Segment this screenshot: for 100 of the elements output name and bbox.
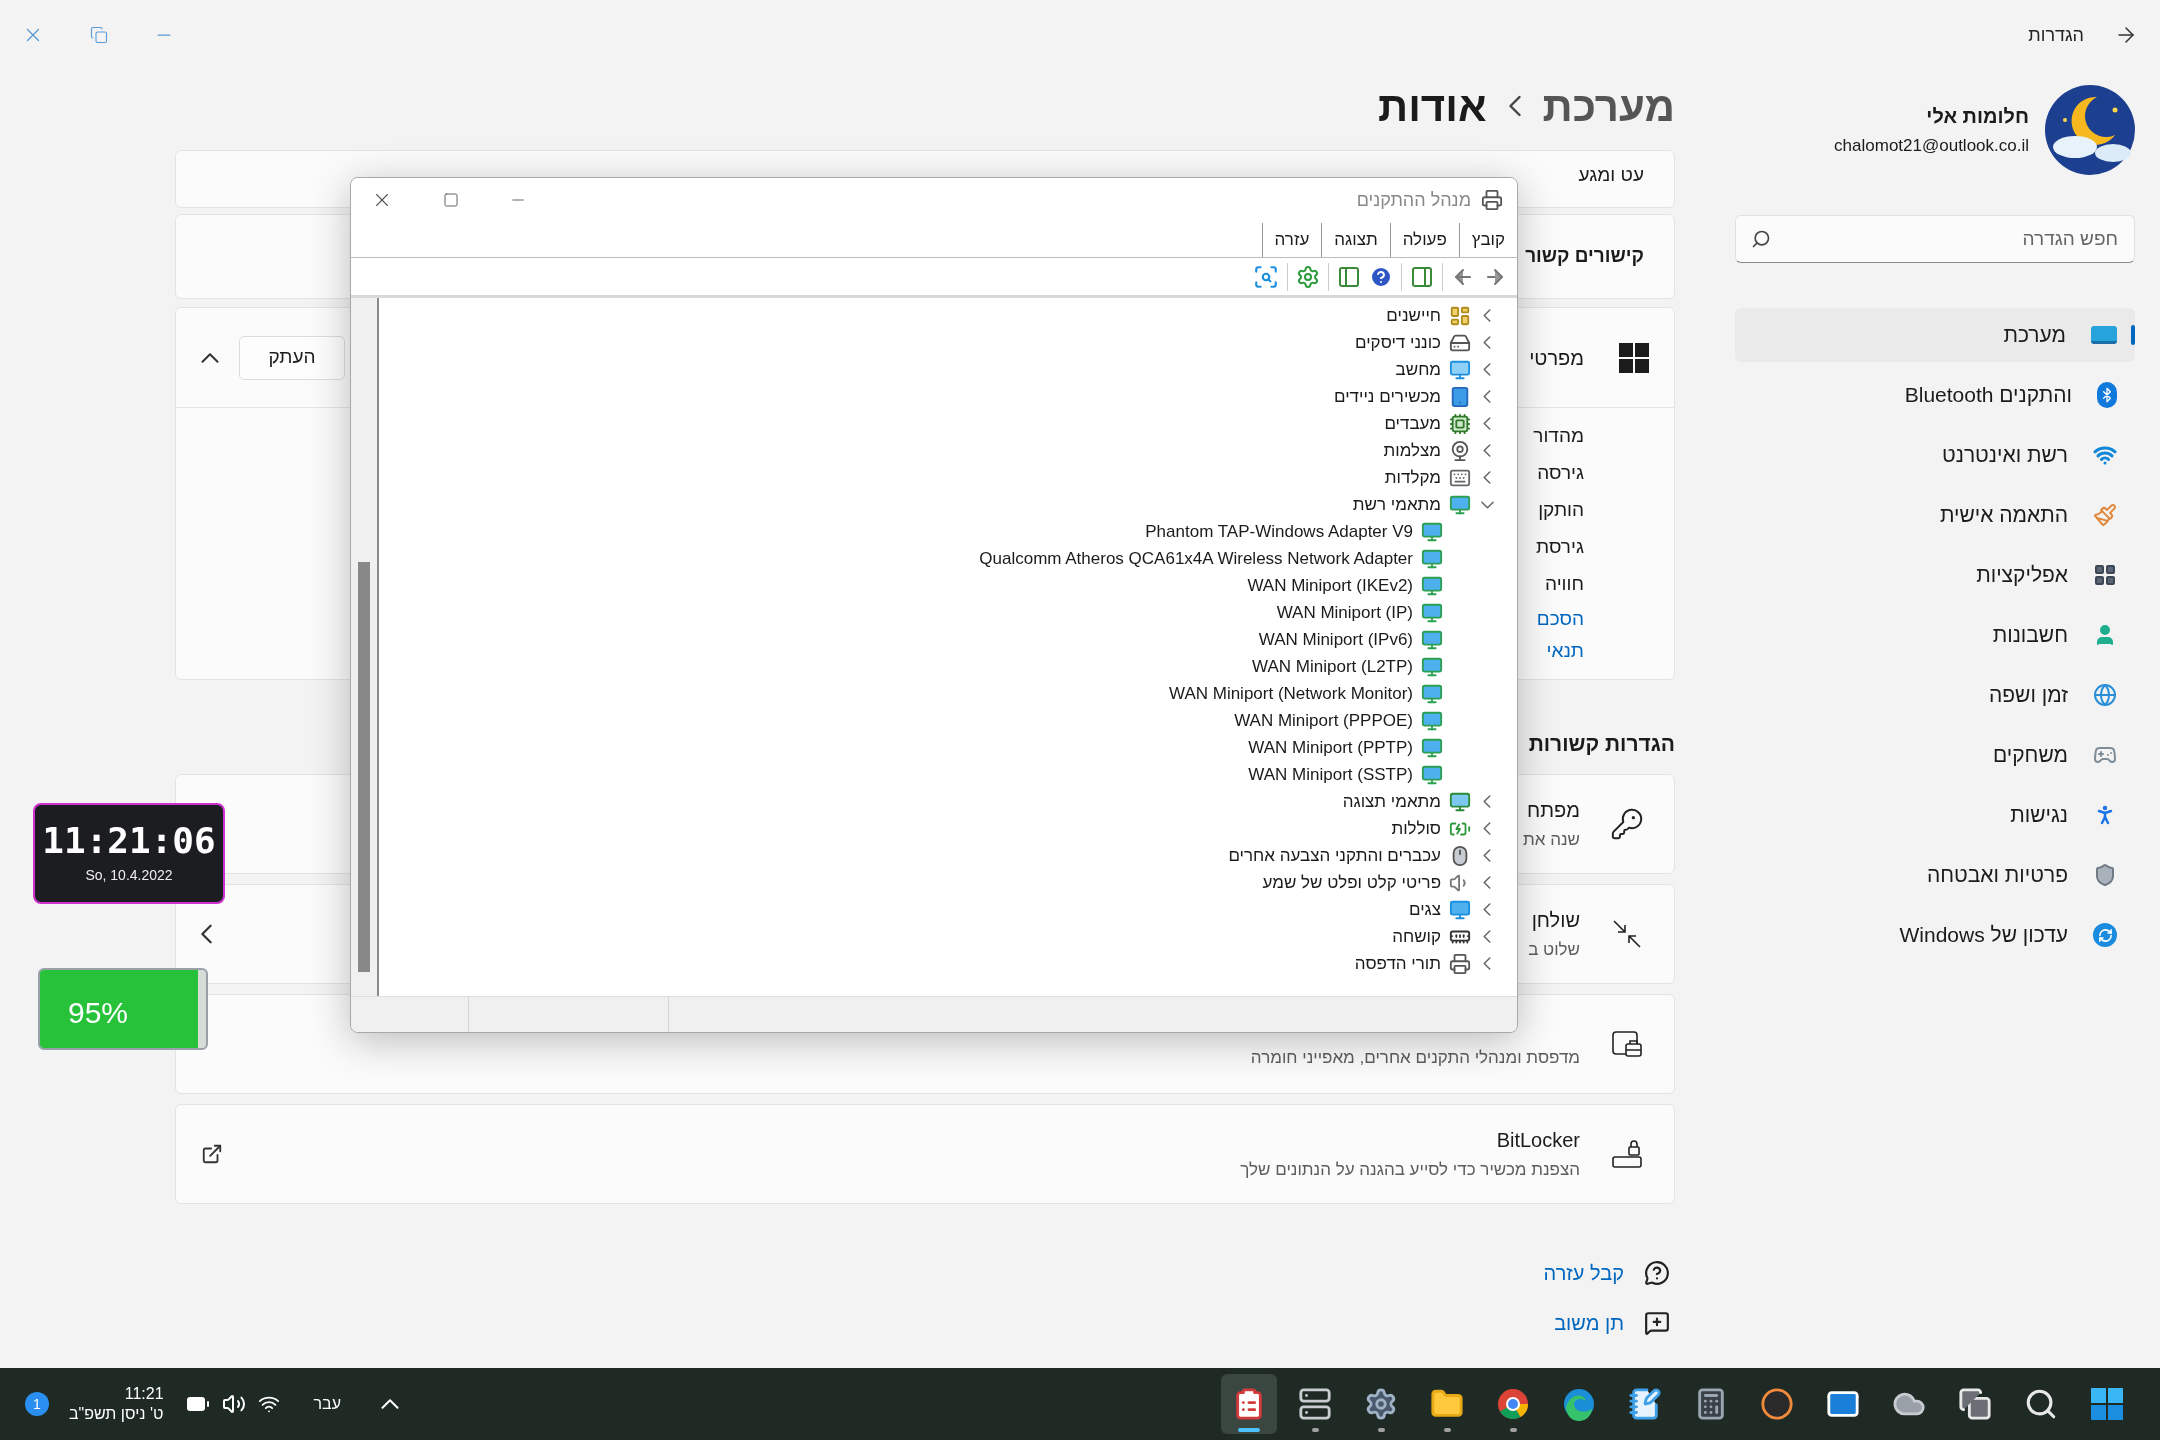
external-link-icon — [201, 1142, 223, 1165]
chevron-icon[interactable] — [1483, 417, 1491, 430]
section-title: קישורים קשור — [1525, 244, 1644, 269]
chevron-icon[interactable] — [1483, 822, 1491, 835]
language-indicator[interactable]: עבר — [313, 1392, 341, 1416]
tree-item[interactable]: WAN Miniport (IPv6) — [1258, 626, 1413, 653]
restore-icon[interactable] — [90, 26, 108, 44]
display-adapter-icon — [1449, 790, 1471, 813]
tree-item[interactable]: חיישנים — [1386, 302, 1441, 329]
tree-item[interactable]: WAN Miniport (PPPOE) — [1234, 707, 1413, 734]
tree-item[interactable]: תורי הדפסה — [1354, 950, 1441, 977]
tree-item[interactable]: סוללות — [1391, 815, 1441, 842]
running-indicator — [1443, 1428, 1451, 1432]
setting-title: BitLocker — [1495, 1127, 1580, 1153]
windows-logo-icon — [1619, 342, 1649, 373]
properties-icon[interactable] — [1410, 264, 1434, 289]
nav-item[interactable]: נגישות — [1735, 788, 2135, 842]
setting-description: שנה את — [1523, 828, 1580, 851]
tree-item[interactable]: מחשב — [1395, 356, 1441, 383]
chevron-icon[interactable] — [1480, 500, 1494, 509]
nav-item[interactable]: רשת ואינטרנט — [1735, 428, 2135, 482]
nav-item[interactable]: אפליקציות — [1735, 548, 2135, 602]
spec-link[interactable]: הסכם — [1536, 604, 1584, 634]
nav-item[interactable]: פרטיות ואבטחה — [1735, 848, 2135, 902]
spec-link[interactable]: תנאי — [1546, 636, 1584, 666]
taskbar-time: 11:21 — [124, 1384, 164, 1404]
maximize-icon[interactable] — [443, 192, 459, 208]
scan-icon[interactable] — [1253, 263, 1279, 290]
clock-date: So, 10.4.2022 — [85, 866, 173, 885]
chevron-icon[interactable] — [1483, 309, 1491, 322]
chevron-icon[interactable] — [1483, 444, 1491, 457]
section-heading: הגדרות קשורות — [1528, 732, 1675, 755]
setting-label: עט ומגע — [1578, 163, 1644, 187]
tree-item[interactable]: מתאמי רשת — [1352, 491, 1441, 518]
spec-label: חוויה — [1545, 572, 1584, 597]
search-icon — [2024, 1387, 2058, 1421]
chevron-icon[interactable] — [1483, 336, 1491, 349]
breadcrumb-parent[interactable]: מערכת — [1542, 74, 1675, 138]
display-icon — [2091, 326, 2117, 344]
volume-icon[interactable] — [221, 1392, 246, 1416]
nav-item[interactable]: התאמה אישית — [1735, 488, 2135, 542]
tree-item[interactable]: מכשירים ניידים — [1334, 383, 1441, 410]
setting-description: הצפנת מכשיר כדי לסייע בהגנה על הנתונים שלך — [1240, 1158, 1580, 1181]
chevron-icon[interactable] — [1483, 363, 1491, 376]
search-field[interactable]: חפש הגדרה — [1735, 215, 2135, 263]
nav-item[interactable]: Bluetooth והתקנים — [1735, 368, 2135, 422]
tree-item[interactable]: עכברים והתקני הצבעה אחרים — [1228, 842, 1441, 869]
network-monitor-icon — [1421, 520, 1443, 543]
menu-item[interactable]: קובץ — [1458, 223, 1517, 257]
chevron-icon[interactable] — [1483, 903, 1491, 916]
tree-item[interactable]: מקלדות — [1384, 464, 1441, 491]
nav-item[interactable]: עדכון של Windows — [1735, 908, 2135, 962]
tree-item[interactable]: WAN Miniport (SSTP) — [1248, 761, 1413, 788]
page-title: אודות — [1378, 81, 1487, 132]
tree-item[interactable]: מעבדים — [1384, 410, 1441, 437]
chevron-icon — [201, 923, 212, 944]
network-monitor-icon — [1421, 574, 1443, 597]
tree-item[interactable]: מתאמי תצוגה — [1342, 788, 1441, 815]
menu-item[interactable]: פעולה — [1389, 223, 1459, 257]
view-icon[interactable] — [1337, 264, 1361, 289]
menu-item[interactable]: תצוגה — [1321, 223, 1390, 257]
chevron-icon[interactable] — [201, 352, 219, 363]
chevron-icon[interactable] — [1483, 849, 1491, 862]
help-link[interactable]: תן משוב — [1554, 1307, 1624, 1338]
tree-item[interactable]: WAN Miniport (Network Monitor) — [1168, 680, 1413, 707]
nav-item[interactable]: משחקים — [1735, 728, 2135, 782]
chevron-icon[interactable] — [1483, 795, 1491, 808]
taskbar-app[interactable] — [1221, 1374, 1277, 1434]
tree-item[interactable]: WAN Miniport (IKEv2) — [1247, 572, 1413, 599]
chevron-icon[interactable] — [1483, 957, 1491, 970]
chevron-icon[interactable] — [1483, 390, 1491, 403]
tree-item[interactable]: WAN Miniport (IP) — [1276, 599, 1413, 626]
tree-item[interactable]: קושחה — [1392, 923, 1441, 950]
tree-item[interactable]: כונני דיסקים — [1355, 329, 1441, 356]
network-monitor-icon — [1449, 493, 1471, 516]
help-link[interactable]: קבל עזרה — [1543, 1257, 1624, 1288]
chevron-icon[interactable] — [1483, 930, 1491, 943]
running-indicator — [1311, 1428, 1319, 1432]
setting-title: שולחן — [1530, 907, 1580, 933]
tree-item[interactable]: WAN Miniport (PPTP) — [1248, 734, 1413, 761]
tree-item[interactable]: Qualcomm Atheros QCA61x4A Wireless Network Adapter — [979, 545, 1413, 572]
menu-item[interactable]: עזרה — [1261, 223, 1322, 257]
battery-percent: 95% — [68, 995, 129, 1031]
chevron-icon[interactable] — [1483, 876, 1491, 889]
chevron-icon[interactable] — [1483, 471, 1491, 484]
app-icon — [1481, 189, 1503, 211]
update-driver-icon[interactable] — [1296, 264, 1320, 289]
globe-icon — [2093, 683, 2117, 707]
chevron-up-icon[interactable] — [380, 1399, 399, 1409]
gear-icon — [1364, 1387, 1398, 1421]
copy-button[interactable]: העתק — [239, 335, 345, 380]
nav-item[interactable]: זמן ושפה — [1735, 668, 2135, 722]
tree-item[interactable]: WAN Miniport (L2TP) — [1252, 653, 1413, 680]
nav-item[interactable]: מערכת — [1735, 308, 2135, 362]
tree-item[interactable]: מצלמות — [1383, 437, 1441, 464]
tree-item[interactable]: פריטי קלט ופלט של שמע — [1262, 869, 1441, 896]
nav-item[interactable]: חשבונות — [1735, 608, 2135, 662]
network-monitor-icon — [1421, 628, 1443, 651]
tree-item[interactable]: צגים — [1408, 896, 1441, 923]
tree-item[interactable]: Phantom TAP-Windows Adapter V9 — [1145, 518, 1413, 545]
